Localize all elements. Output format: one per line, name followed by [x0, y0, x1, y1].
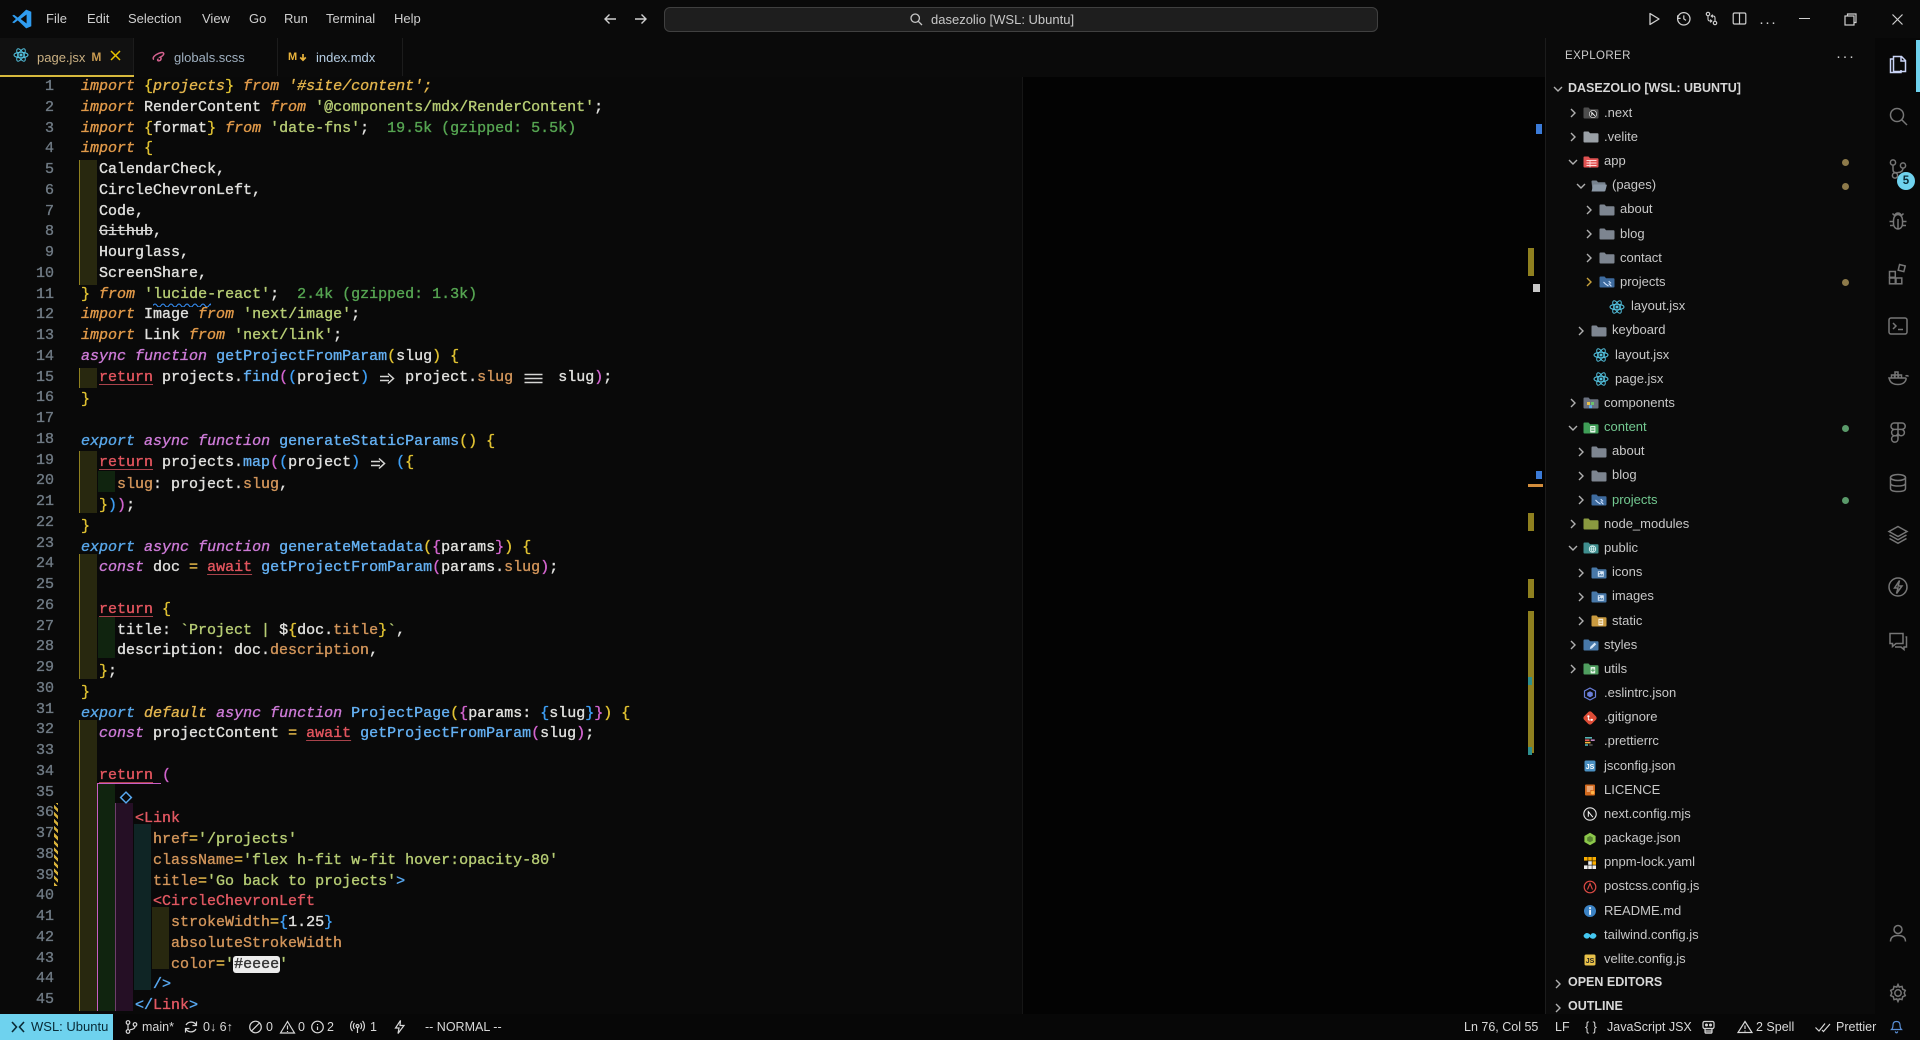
svg-text:JS: JS: [1586, 958, 1595, 965]
svg-text:M: M: [288, 51, 297, 63]
svg-text:JS: JS: [1586, 764, 1595, 771]
